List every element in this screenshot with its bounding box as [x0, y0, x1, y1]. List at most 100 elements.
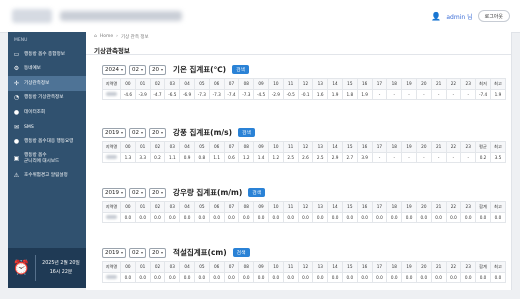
- table-cell: 0.0: [267, 211, 284, 223]
- table-header-cell: 23: [460, 78, 477, 90]
- table-header-cell: 01: [134, 201, 151, 213]
- table-header-cell: 12: [297, 141, 314, 153]
- breadcrumb-home[interactable]: Home: [100, 34, 113, 39]
- table-header-cell: 00: [120, 141, 136, 153]
- table-cell: -: [386, 151, 403, 163]
- filter-row: 2019 ▾ 02 ▾ 20 ▾ 강풍 집계표(m/s) 검색: [102, 127, 506, 138]
- month-select[interactable]: 02 ▾: [129, 64, 147, 75]
- sidebar-item-label: 행동방 옵수대응 행동요령: [24, 139, 74, 145]
- sidebar-item-label: 행동방 옵수 종합정보: [24, 51, 65, 57]
- user-name[interactable]: admin 님: [446, 12, 472, 21]
- table-cell: 0.0: [445, 211, 462, 223]
- year-select-value: 2019: [105, 249, 119, 256]
- chevron-down-icon: ▾: [161, 67, 164, 72]
- table-cell: 0.0: [460, 211, 477, 223]
- sidebar-item-weather-obs[interactable]: ✢ 기상관측정보: [8, 76, 86, 91]
- year-select[interactable]: 2019 ▾: [102, 247, 127, 258]
- table-cell: 0.0: [312, 271, 329, 283]
- day-select[interactable]: 20 ▾: [149, 247, 167, 258]
- day-select[interactable]: 20 ▾: [149, 127, 167, 138]
- table-header-cell: 20: [415, 261, 432, 273]
- breadcrumb-current: 기상 관측 정보: [120, 34, 149, 40]
- year-select-value: 2019: [105, 129, 119, 136]
- table-header-cell: 18: [386, 141, 403, 153]
- table-cell: 1.2: [267, 151, 284, 163]
- table-header-cell: 09: [253, 78, 269, 90]
- table-header-cell: 08: [238, 141, 255, 153]
- table-cell: -4.5: [253, 88, 269, 100]
- year-select-value: 2024: [105, 66, 119, 73]
- year-select[interactable]: 2019 ▾: [102, 187, 127, 198]
- table-cell: 3.3: [134, 151, 151, 163]
- sidebar-item-guidelines[interactable]: ● 행동방 옵수대응 행동요령: [8, 135, 86, 150]
- region-name-redacted: [106, 214, 117, 219]
- table-header-cell: 14: [327, 141, 343, 153]
- year-select[interactable]: 2019 ▾: [102, 127, 127, 138]
- chart-icon: ◔: [13, 94, 20, 102]
- search-button[interactable]: 검색: [248, 188, 266, 197]
- sidebar-item-overview[interactable]: ▭ 행동방 옵수 종합정보: [8, 47, 86, 62]
- day-select[interactable]: 20 ▾: [149, 187, 167, 198]
- sidebar-item-label: 행동방 기상관측정보: [24, 95, 64, 101]
- table-cell: -: [415, 151, 432, 163]
- table-cell: 0.0: [297, 211, 314, 223]
- table-cell: -: [460, 151, 477, 163]
- table-cell: 0.9: [179, 151, 195, 163]
- sidebar-item-sms[interactable]: ✉ SMS: [8, 120, 86, 135]
- year-select[interactable]: 2024 ▾: [102, 64, 127, 75]
- table-cell: 0.0: [401, 211, 417, 223]
- chevron-down-icon: ▾: [161, 190, 164, 195]
- sidebar-item-alert-settings[interactable]: ⚠ 호수위험경고 알림설정: [8, 168, 86, 183]
- table-row: 1.3 3.3 0.2 1.1 0.9 0.8 1.1 0.6 1.2 1.4 1.2 2.5 2.6 2…: [102, 151, 507, 163]
- table-header-cell: 06: [208, 141, 225, 153]
- day-select-value: 20: [152, 189, 160, 196]
- table-cell: -7.3: [193, 88, 210, 100]
- table-header-cell: 15: [341, 141, 358, 153]
- table-cell: 0.0: [223, 271, 240, 283]
- table-header-cell: 12: [297, 78, 314, 90]
- chevron-down-icon: ▾: [141, 250, 144, 255]
- month-select[interactable]: 02 ▾: [129, 247, 147, 258]
- table-header-cell: 합계: [475, 261, 491, 273]
- table-cell: -: [401, 88, 417, 100]
- table-header-cell: 지역명: [102, 78, 121, 90]
- table-header-cell: 평균: [475, 141, 491, 153]
- month-select[interactable]: 02 ▾: [129, 187, 147, 198]
- table-header-cell: 19: [401, 141, 417, 153]
- table-header-cell: 21: [430, 141, 447, 153]
- region-name-cell: [102, 271, 121, 283]
- search-button[interactable]: 검색: [232, 65, 249, 74]
- sidebar-item-weather-obs-detail[interactable]: ◔ 행동방 기상관측정보: [8, 91, 86, 106]
- table-cell: 0.0: [445, 271, 462, 283]
- clock-text: 2025년 2월 20일 16시 22분: [36, 259, 86, 277]
- chevron-down-icon: ▾: [121, 130, 124, 135]
- sidebar-item-dashboard[interactable]: ▣ 행동방 옵수 군니리에 대시보드: [8, 149, 86, 168]
- table-cell: 0.0: [430, 211, 447, 223]
- search-button[interactable]: 검색: [238, 128, 255, 137]
- table-cell: -7.4: [475, 88, 491, 100]
- home-icon[interactable]: ⌂: [94, 34, 97, 39]
- sidebar-item-label: SMS: [24, 124, 34, 130]
- table-cell: 0.0: [312, 211, 329, 223]
- table-row: 0.0 0.0 0.0 0.0 0.0 0.0 0.0 0.0 0.0 0.0 0.0 0.0 0.0 0…: [102, 211, 507, 223]
- breadcrumb: ⌂ Home › 기상 관측 정보: [94, 32, 149, 41]
- table-header-cell: 19: [401, 78, 417, 90]
- table-header-cell: 01: [134, 141, 151, 153]
- sidebar-item-forecast[interactable]: ⚙ 동네예보: [8, 62, 86, 77]
- search-button[interactable]: 검색: [232, 248, 250, 257]
- logout-button[interactable]: 로그아웃: [477, 10, 510, 22]
- table-header-cell: 18: [386, 78, 403, 90]
- table-cell: 2.9: [327, 151, 343, 163]
- table-header-cell: 14: [327, 201, 343, 213]
- chevron-down-icon: ▾: [121, 190, 124, 195]
- table-header-cell: 20: [415, 78, 432, 90]
- table-cell: 0.0: [401, 271, 417, 283]
- month-select[interactable]: 02 ▾: [129, 127, 147, 138]
- chevron-down-icon: ▾: [141, 130, 144, 135]
- sidebar-item-data-query[interactable]: ● 데이터조회: [8, 105, 86, 120]
- table-header-cell: 23: [460, 261, 477, 273]
- day-select[interactable]: 20 ▾: [149, 64, 167, 75]
- month-select-value: 02: [132, 66, 140, 73]
- table-cell: -6.9: [179, 88, 195, 100]
- table-cell: -: [460, 88, 477, 100]
